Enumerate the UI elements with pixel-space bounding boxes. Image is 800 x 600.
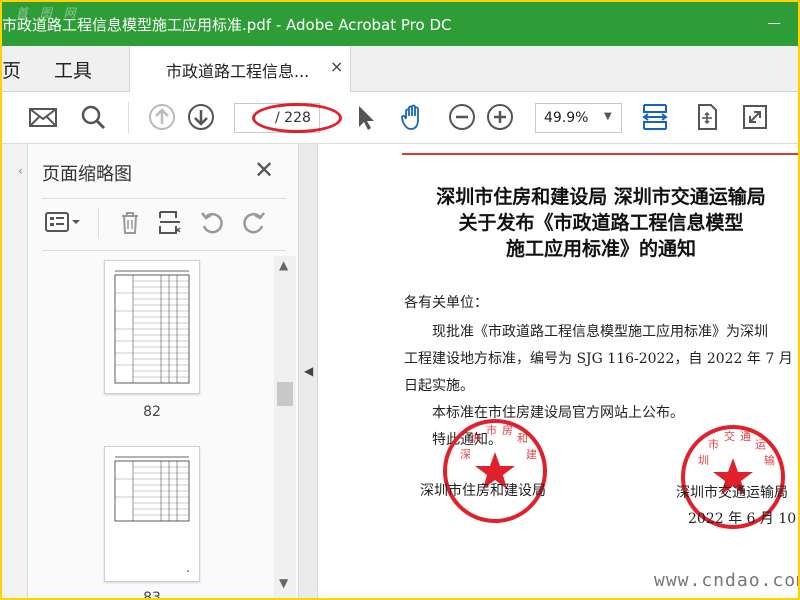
document-view[interactable]: 深圳市住房和建设局 深圳市交通运输局 关于发布《市政道路工程信息模型 施工应用标… bbox=[318, 144, 798, 598]
paragraph-line: 日起实施。 bbox=[404, 378, 474, 394]
extract-page-icon[interactable] bbox=[156, 208, 184, 236]
tab-tools[interactable]: 工具 bbox=[54, 56, 92, 83]
paragraph-line: 工程建设地方标准，编号为 SJG 116-2022，自 2022 年 7 月 bbox=[404, 351, 793, 367]
official-seal-left: 深圳市 房和建 bbox=[443, 419, 547, 523]
panel-title: 页面缩略图 bbox=[42, 164, 132, 185]
svg-text:圳: 圳 bbox=[470, 432, 481, 445]
signer-left: 深圳市住房和建设局 bbox=[420, 483, 546, 499]
chevron-down-icon: ▼ bbox=[604, 111, 612, 122]
zoom-level-dropdown[interactable]: 49.9% ▼ bbox=[535, 103, 622, 133]
svg-text:房: 房 bbox=[502, 424, 513, 437]
collapse-panel-icon[interactable]: ◀ bbox=[304, 364, 313, 378]
hand-tool-icon[interactable] bbox=[398, 102, 428, 132]
panel-tool-separator bbox=[98, 208, 99, 238]
left-nav-rail: ‹ bbox=[2, 144, 28, 598]
svg-text:和: 和 bbox=[517, 432, 528, 445]
app-window: 市政道路工程信息模型施工应用标准.pdf - Adobe Acrobat Pro… bbox=[2, 2, 798, 598]
panel-divider bbox=[42, 250, 286, 251]
thumbnail-options-icon[interactable] bbox=[44, 208, 84, 236]
salutation: 各有关单位： bbox=[404, 295, 488, 311]
site-watermark: www.cndao.com bbox=[654, 570, 798, 591]
full-screen-icon[interactable] bbox=[740, 102, 770, 132]
svg-text:市: 市 bbox=[486, 423, 497, 437]
notice-title-line1: 深圳市住房和建设局 深圳市交通运输局 bbox=[436, 186, 766, 208]
rotate-right-icon[interactable] bbox=[240, 208, 268, 236]
tab-document-label: 市政道路工程信息... bbox=[166, 62, 310, 81]
page-thumbnail[interactable] bbox=[104, 260, 200, 394]
page-thumbnail[interactable] bbox=[104, 446, 200, 582]
svg-text:市: 市 bbox=[708, 437, 719, 451]
notice-title-line2: 关于发布《市政道路工程信息模型 bbox=[458, 212, 744, 234]
thumbnail-page-number: 82 bbox=[143, 404, 161, 420]
search-icon[interactable] bbox=[78, 102, 108, 132]
email-icon[interactable] bbox=[28, 102, 58, 132]
svg-text:通: 通 bbox=[740, 430, 751, 443]
svg-text:圳: 圳 bbox=[698, 454, 709, 467]
previous-page-icon[interactable] bbox=[147, 102, 177, 132]
signer-right: 深圳市交通运输局 bbox=[676, 485, 788, 501]
minimize-button[interactable] bbox=[762, 16, 786, 32]
thumbnail-page-number: 83 bbox=[143, 590, 161, 598]
tab-home[interactable]: 页 bbox=[2, 56, 21, 83]
tab-close-icon[interactable]: × bbox=[330, 57, 343, 76]
tab-document[interactable]: 市政道路工程信息... × bbox=[129, 46, 351, 92]
panel-splitter[interactable]: ◀ bbox=[298, 144, 318, 598]
panel-divider bbox=[42, 198, 286, 199]
svg-text:交: 交 bbox=[724, 429, 735, 443]
scroll-up-icon[interactable]: ▲ bbox=[279, 258, 288, 272]
select-pointer-icon[interactable] bbox=[350, 102, 380, 132]
notice-date: 2022 年 6 月 10 日 bbox=[688, 511, 798, 527]
tab-bar: 页 工具 市政道路工程信息... × bbox=[2, 46, 798, 92]
page-thumbnails-panel: 页面缩略图 ✕ 82 83 ▲ ▼ bbox=[28, 144, 298, 598]
header-red-line bbox=[402, 153, 798, 155]
svg-text:输: 输 bbox=[764, 453, 775, 467]
svg-text:运: 运 bbox=[755, 438, 766, 451]
panel-close-icon[interactable]: ✕ bbox=[254, 156, 274, 184]
scroll-down-icon[interactable]: ▼ bbox=[279, 576, 288, 590]
main-toolbar: / 228 49.9% ▼ bbox=[2, 92, 798, 144]
fit-width-icon[interactable] bbox=[640, 102, 670, 132]
delete-page-icon[interactable] bbox=[116, 208, 144, 236]
annotation-ellipse bbox=[252, 103, 342, 133]
svg-text:深: 深 bbox=[460, 448, 471, 461]
thumbnail-scrollbar[interactable]: ▲ ▼ bbox=[274, 256, 296, 598]
scrollbar-thumb[interactable] bbox=[277, 382, 293, 406]
notice-title-line3: 施工应用标准》的通知 bbox=[505, 238, 696, 260]
zoom-level-value: 49.9% bbox=[544, 110, 589, 126]
scroll-mode-icon[interactable] bbox=[692, 102, 722, 132]
title-bar: 市政道路工程信息模型施工应用标准.pdf - Adobe Acrobat Pro… bbox=[2, 2, 798, 46]
svg-text:建: 建 bbox=[526, 447, 537, 461]
zoom-in-icon[interactable] bbox=[485, 102, 515, 132]
corner-watermark: 首 图 网 bbox=[16, 6, 80, 20]
paragraph-line: 现批准《市政道路工程信息模型施工应用标准》为深圳 bbox=[432, 324, 768, 340]
zoom-out-icon[interactable] bbox=[447, 102, 477, 132]
rotate-left-icon[interactable] bbox=[198, 208, 226, 236]
rail-marker: ‹ bbox=[18, 164, 23, 178]
toolbar-separator bbox=[128, 102, 129, 134]
next-page-icon[interactable] bbox=[186, 102, 216, 132]
